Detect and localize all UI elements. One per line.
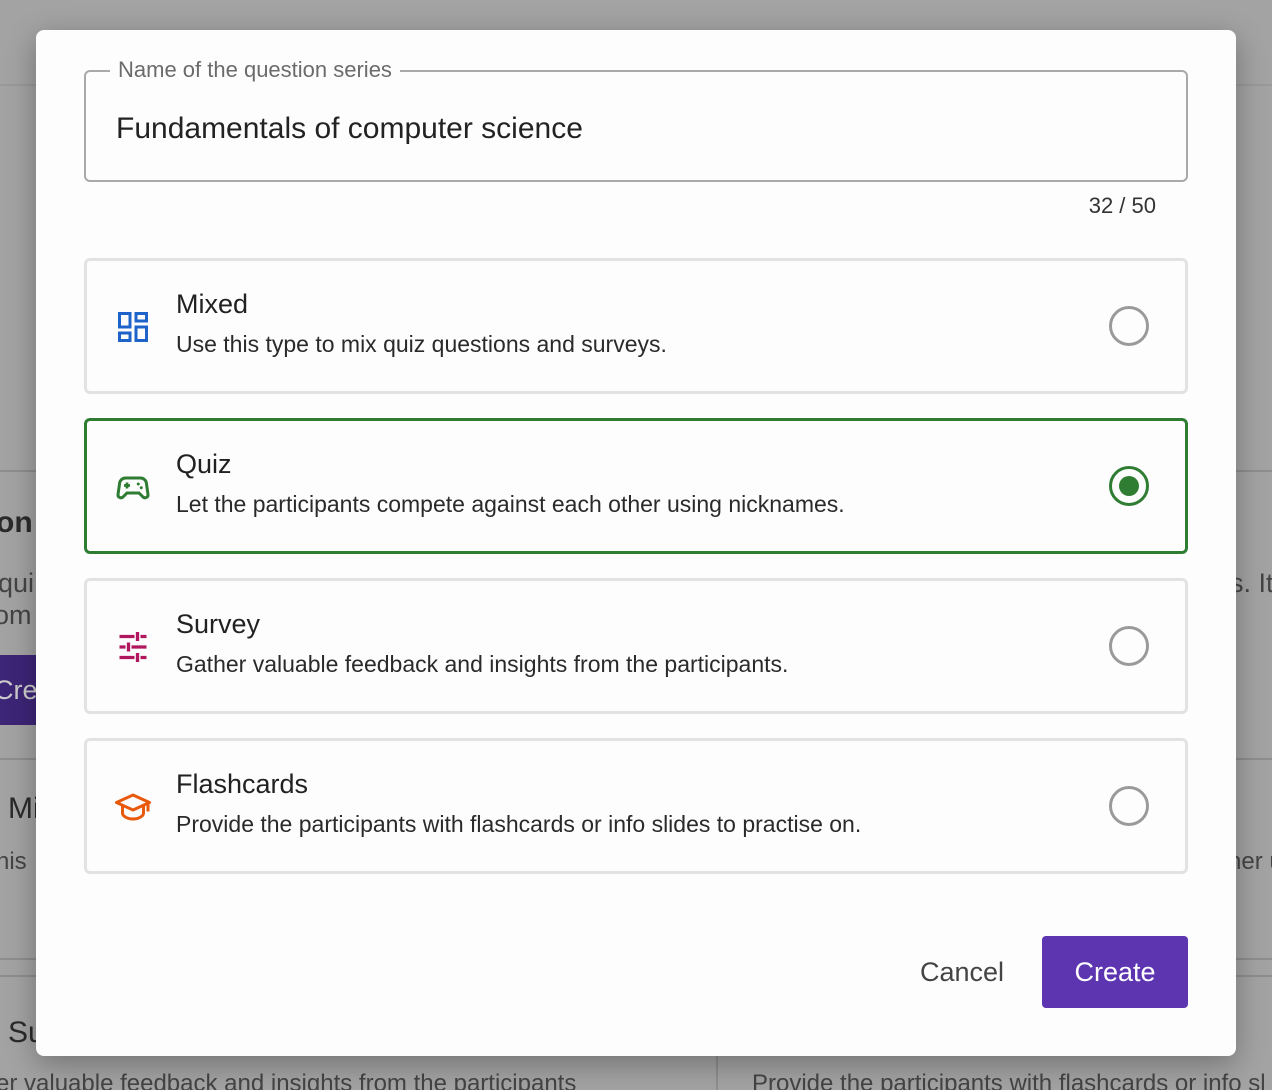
option-title: Quiz (176, 449, 232, 479)
bg-bottom-text: er valuable feedback and insights from t… (0, 1070, 577, 1090)
option-title: Flashcards (176, 769, 309, 799)
character-counter: 32 / 50 (1088, 193, 1156, 218)
option-survey[interactable]: Survey Gather valuable feedback and insi… (84, 578, 1188, 714)
radio-button[interactable] (1109, 786, 1149, 826)
bg-text: s. It (1230, 568, 1272, 598)
radio-button[interactable] (1109, 306, 1149, 346)
series-name-label: Name of the question series (110, 57, 400, 83)
option-quiz[interactable]: Quiz Let the participants compete agains… (84, 418, 1188, 554)
option-description: Provide the participants with flashcards… (176, 811, 862, 837)
option-description: Let the participants compete against eac… (176, 491, 845, 517)
radio-button[interactable] (1109, 626, 1149, 666)
series-name-field[interactable]: Name of the question series (84, 57, 1188, 182)
option-mixed[interactable]: Mixed Use this type to mix quiz question… (84, 258, 1188, 394)
bg-text: om (0, 600, 32, 630)
create-series-dialog: Name of the question series 32 / 50 Mixe… (36, 30, 1236, 1056)
radio-button-selected[interactable] (1109, 466, 1149, 506)
bg-text: qui (0, 568, 35, 598)
tune-icon (119, 632, 147, 662)
bg-card-title: Mi (8, 792, 40, 825)
bg-heading: on (0, 506, 33, 539)
divider (716, 1050, 718, 1090)
gamepad-icon (116, 476, 150, 500)
series-name-input[interactable] (116, 112, 1156, 146)
dashboard-icon (118, 312, 148, 342)
create-button[interactable]: Create (1042, 936, 1188, 1008)
cancel-button[interactable]: Cancel (902, 936, 1022, 1008)
option-flashcards[interactable]: Flashcards Provide the participants with… (84, 738, 1188, 874)
option-description: Use this type to mix quiz questions and … (176, 331, 667, 357)
bg-bottom-text: Provide the participants with flashcards… (752, 1070, 1266, 1090)
option-description: Gather valuable feedback and insights fr… (176, 651, 789, 677)
bg-card-desc: his (0, 848, 27, 875)
school-icon (115, 793, 151, 821)
option-title: Mixed (176, 289, 249, 319)
option-title: Survey (176, 609, 261, 639)
